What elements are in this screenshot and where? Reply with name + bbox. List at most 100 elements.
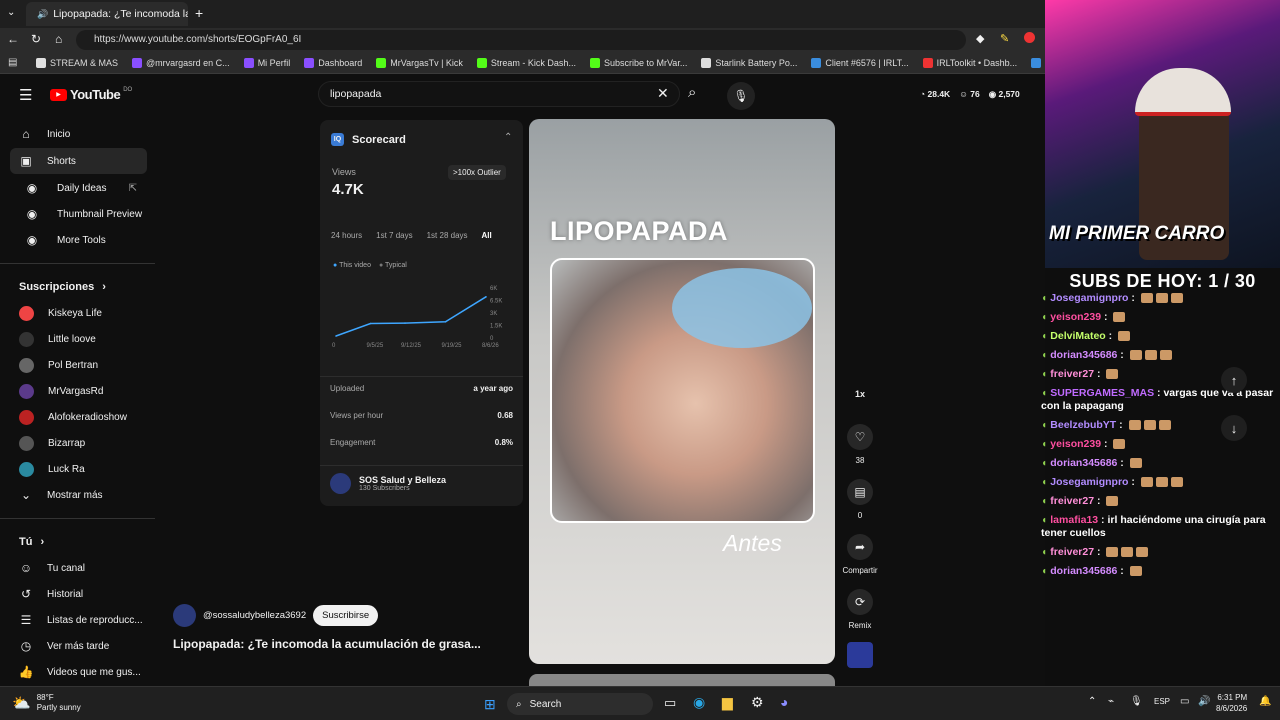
profile-icon[interactable] (1024, 32, 1035, 43)
bookmark-item[interactable]: IRLToolkit • Dashb... (922, 57, 1017, 68)
like-button[interactable]: ♡ 38 (846, 424, 874, 465)
sidebar-item-inicio[interactable]: ⌂ Inicio (0, 121, 155, 147)
channel-avatar (330, 473, 351, 494)
bookmark-item[interactable]: Stream - Kick Dash... (476, 57, 576, 68)
chat-username: freiver27 (1050, 368, 1095, 380)
back-icon[interactable]: ← (7, 32, 19, 46)
subscription-item[interactable]: Kiskeya Life (0, 300, 155, 326)
bookmark-item[interactable]: Dashboard (304, 57, 362, 68)
chat-separator: : (1128, 292, 1138, 304)
emote-icon (1155, 477, 1168, 488)
bookmark-item[interactable]: Client #6576 | IRLT... (811, 57, 909, 68)
you-item[interactable]: ☰ Listas de reproducc... (0, 607, 155, 633)
subscribe-button[interactable]: Suscribirse (313, 605, 379, 626)
tray-expand-icon[interactable]: ⌃ (1088, 696, 1096, 707)
you-item-label: Ver más tarde (47, 640, 110, 652)
chat-badge-icon: ◖ (1041, 349, 1051, 361)
sidebar-item-thumbnail-preview[interactable]: ◉ Thumbnail Preview (0, 201, 155, 227)
edge-icon[interactable]: ◉ (693, 694, 705, 711)
avatar (19, 383, 34, 399)
channel-avatar[interactable] (173, 604, 196, 627)
subscription-item[interactable]: Alofokeradioshow (0, 404, 155, 430)
folder-icon[interactable]: ▆ (722, 694, 733, 711)
mic-icon[interactable]: 🎙 (727, 82, 755, 110)
refresh-icon[interactable]: ↻ (31, 32, 41, 46)
clock[interactable]: 6:31 PM 8/6/2026 (1216, 692, 1247, 714)
divider (0, 518, 155, 519)
home-icon[interactable]: ⌂ (55, 32, 62, 46)
bookmark-item[interactable]: Subscribe to MrVar... (589, 57, 687, 68)
network-icon[interactable]: ⌁ (1108, 696, 1114, 707)
you-heading[interactable]: Tú › (0, 529, 155, 555)
you-item[interactable]: ◷ Ver más tarde (0, 633, 155, 659)
subscription-item[interactable]: MrVargasRd (0, 378, 155, 404)
discord-icon[interactable]: ◕ (780, 694, 788, 710)
pen-icon[interactable]: ✎ (1000, 32, 1009, 45)
short-video-player[interactable]: LIPOPAPADA Antes (529, 119, 835, 664)
you-item[interactable]: ↺ Historial (0, 581, 155, 607)
short-channel-name[interactable]: @sossaludybelleza3692 (203, 610, 306, 621)
range-tab-28d[interactable]: 1st 28 days (427, 231, 468, 240)
mic-tray-icon[interactable]: 🎙 (1130, 696, 1143, 707)
volume-icon[interactable]: 🔊 (1198, 696, 1210, 707)
show-more-button[interactable]: ⌄ Mostrar más (0, 482, 155, 508)
bookmark-item[interactable]: Starlink Battery Po... (701, 57, 797, 68)
you-list: ☺ Tu canal ↺ Historial ☰ Listas de reproducc.… (0, 555, 155, 685)
range-tab-24h[interactable]: 24 hours (331, 231, 362, 240)
new-tab-icon[interactable]: + (195, 5, 203, 21)
menu-icon[interactable]: ☰ (19, 86, 32, 104)
address-bar[interactable]: https://www.youtube.com/shorts/EOGpFrA0_… (76, 30, 966, 50)
sidebar-item-more-tools[interactable]: ◉ More Tools (0, 227, 155, 253)
you-item[interactable]: ☺ Tu canal (0, 555, 155, 581)
channel-row[interactable]: SOS Salud y Belleza 130 Subscribers (330, 473, 446, 494)
y-tick-label: 0 (490, 336, 494, 342)
speed-control[interactable]: 1x (846, 389, 874, 399)
youtube-logo[interactable]: ▶ YouTube DO (50, 87, 132, 102)
clear-search-icon[interactable]: ✕ (657, 85, 669, 102)
tab-list-icon[interactable]: ⌄ (7, 7, 15, 18)
subscription-item[interactable]: Luck Ra (0, 456, 155, 482)
bookmark-item[interactable]: STREAM & MAS (36, 57, 118, 68)
language-indicator[interactable]: ESP (1154, 697, 1170, 706)
notification-icon[interactable]: 🔔 (1259, 696, 1271, 707)
subscription-item[interactable]: Bizarrap (0, 430, 155, 456)
subscription-item[interactable]: Pol Bertran (0, 352, 155, 378)
range-tab-all[interactable]: All (482, 231, 492, 240)
next-short-preview[interactable] (529, 674, 835, 686)
avatar (19, 461, 34, 477)
browser-tab[interactable]: 🔊 Lipopapada: ¿Te incomoda la ✕ (26, 2, 188, 26)
bookmark-item[interactable]: @mrvargasrd en C... (132, 57, 230, 68)
collapse-icon[interactable]: ⌃ (504, 132, 512, 143)
bookmark-item[interactable]: MrVargasTv | Kick (376, 57, 463, 68)
display-icon[interactable]: ▭ (1180, 696, 1189, 707)
extension-icon[interactable]: ◆ (976, 32, 984, 45)
sidebar-item-shorts[interactable]: ▣ Shorts (10, 148, 147, 174)
windows-start-icon[interactable]: ⊞ (484, 696, 496, 713)
bookmark-item[interactable]: Mi Perfil (243, 57, 290, 68)
app-icon[interactable]: ⚙ (751, 694, 764, 711)
clock-icon: ◷ (20, 639, 32, 653)
emote-icon (1129, 458, 1142, 469)
sound-thumbnail[interactable] (846, 642, 874, 668)
arrow-up-icon[interactable]: ↑ (1221, 367, 1247, 393)
you-item[interactable]: 👍 Videos que me gus... (0, 659, 155, 685)
share-button[interactable]: ➦ Compartir (842, 534, 878, 575)
search-icon[interactable]: ⌕ (688, 84, 696, 101)
taskbar-search[interactable]: ⌕ Search (507, 693, 653, 715)
chat-badge-icon: ◖ (1041, 438, 1051, 450)
subscriptions-heading[interactable]: Suscripciones › (0, 274, 155, 300)
comments-button[interactable]: ▤ 0 (846, 479, 874, 520)
weather-widget[interactable]: ⛅ 88°F Partly sunny (12, 693, 81, 713)
arrow-down-icon[interactable]: ↓ (1221, 415, 1247, 441)
short-title[interactable]: Lipopapada: ¿Te incomoda la acumulación … (173, 637, 481, 651)
task-view-icon[interactable]: ▭ (664, 695, 676, 711)
reading-list-icon[interactable]: ▤ (8, 57, 17, 68)
chat-badge-icon: ◖ (1041, 546, 1051, 558)
remix-button[interactable]: ⟳ Remix (846, 589, 874, 630)
sidebar-item-daily-ideas[interactable]: ◉ Daily Ideas ⇱ (0, 175, 155, 201)
range-tab-7d[interactable]: 1st 7 days (376, 231, 412, 240)
search-input[interactable]: lipopapada (318, 81, 680, 107)
subscription-item[interactable]: Little loove (0, 326, 155, 352)
subs-goal: SUBS DE HOY: 1 / 30 (1069, 271, 1256, 291)
bookmark-item[interactable]: novela frutas (1031, 57, 1045, 68)
